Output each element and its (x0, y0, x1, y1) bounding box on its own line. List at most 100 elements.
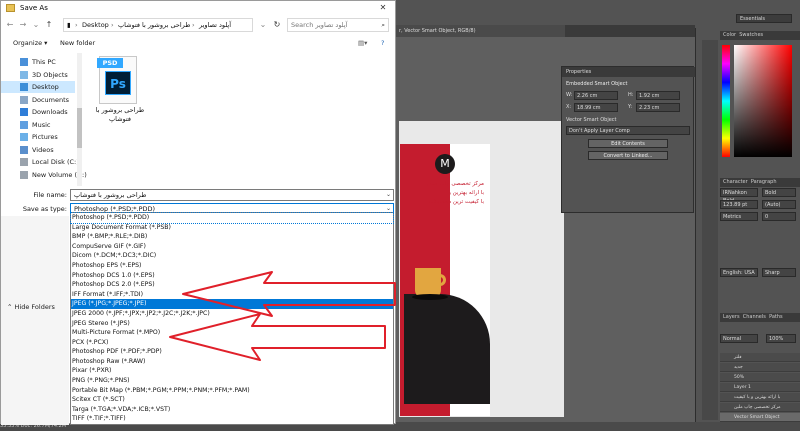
blend-mode-select[interactable]: Normal (720, 334, 758, 343)
nav-item-this-pc[interactable]: This PC (1, 56, 75, 68)
folder-icon: ▮ (67, 21, 71, 29)
tab-paths[interactable]: Paths (769, 314, 783, 320)
new-folder-button[interactable]: New folder (60, 35, 95, 52)
layer-comp-select[interactable]: Don't Apply Layer Comp (566, 126, 690, 135)
dropdown-icon[interactable]: ⌄ (257, 19, 269, 31)
kerning-field[interactable]: Metrics (720, 212, 758, 221)
chevron-down-icon[interactable]: ⌄ (386, 190, 391, 200)
nav-item-downloads[interactable]: Downloads (1, 106, 75, 118)
vector-label: Vector Smart Object (566, 117, 617, 123)
x-field[interactable]: 18.99 cm (574, 103, 618, 112)
view-options-icon[interactable]: ▤▾ (358, 35, 367, 52)
edit-contents-button[interactable]: Edit Contents (588, 139, 668, 148)
breadcrumb-desktop[interactable]: Desktop (82, 19, 109, 31)
leading-field[interactable]: (Auto) (762, 200, 796, 209)
tab-character[interactable]: Character (723, 179, 748, 185)
layer-row[interactable]: مرکز تخصصی چاپ ملین (720, 403, 800, 412)
convert-linked-button[interactable]: Convert to Linked... (588, 151, 668, 160)
nav-item-videos[interactable]: Videos (1, 144, 75, 156)
file-type-option[interactable]: Scitex CT (*.SCT) (71, 395, 393, 405)
nav-item-3d-objects[interactable]: 3D Objects (1, 69, 75, 81)
scroll-thumb[interactable] (77, 108, 82, 148)
forward-icon[interactable]: → (17, 19, 29, 31)
y-label: Y: (628, 104, 633, 110)
layer-row[interactable]: Layer 1 (720, 383, 800, 392)
save-as-dialog: Save As ✕ ← → ⌄ ↑ ▮ › Desktop › طراحی بر… (0, 0, 396, 425)
file-type-option[interactable]: Targa (*.TGA;*.VDA;*.ICB;*.VST) (71, 405, 393, 415)
file-type-option[interactable]: BMP (*.BMP;*.RLE;*.DIB) (71, 232, 393, 242)
file-type-option[interactable]: Photoshop DCS 1.0 (*.EPS) (71, 271, 393, 281)
nav-item-documents[interactable]: Documents (1, 94, 75, 106)
help-icon[interactable]: ? (381, 35, 384, 52)
file-name-input[interactable]: طراحی بروشور با فتوشاپ ⌄ (70, 189, 394, 201)
layer-row[interactable]: فلتر (720, 353, 800, 362)
search-input[interactable]: Search آپلود تصاویر ⌕ (287, 18, 389, 32)
font-family-select[interactable]: IRNahkon Bold (720, 188, 758, 204)
tab-paragraph[interactable]: Paragraph (751, 179, 777, 185)
opacity-field[interactable]: 100% (766, 334, 796, 343)
width-field[interactable]: 2.26 cm (574, 91, 618, 100)
file-type-option[interactable]: Photoshop DCS 2.0 (*.EPS) (71, 280, 393, 290)
file-type-option[interactable]: TIFF (*.TIF;*.TIFF) (71, 414, 393, 424)
language-select[interactable]: English: USA (720, 268, 758, 277)
tab-layers[interactable]: Layers (723, 314, 740, 320)
file-type-option[interactable]: PCX (*.PCX) (71, 338, 393, 348)
layer-row[interactable]: 50% (720, 373, 800, 382)
refresh-icon[interactable]: ↻ (271, 19, 283, 31)
file-type-option[interactable]: PNG (*.PNG;*.PNS) (71, 376, 393, 386)
address-bar[interactable]: ▮ › Desktop › طراحی بروشور با فتوشاپ › آ… (63, 18, 253, 32)
height-field[interactable]: 1.92 cm (636, 91, 680, 100)
color-field[interactable] (734, 45, 792, 157)
y-field[interactable]: 2.23 cm (636, 103, 680, 112)
workspace-switcher[interactable]: Essentials (736, 14, 792, 23)
breadcrumb-folder[interactable]: طراحی بروشور با فتوشاپ (118, 19, 190, 31)
antialias-select[interactable]: Sharp (762, 268, 796, 277)
dialog-titlebar[interactable]: Save As ✕ (1, 1, 395, 15)
file-type-option[interactable]: CompuServe GIF (*.GIF) (71, 242, 393, 252)
nav-item-pictures[interactable]: Pictures (1, 131, 75, 143)
tracking-field[interactable]: 0 (762, 212, 796, 221)
tab-swatches[interactable]: Swatches (739, 32, 763, 38)
file-type-option[interactable]: JPEG Stereo (*.JPS) (71, 319, 393, 329)
file-type-option[interactable]: Multi-Picture Format (*.MPO) (71, 328, 393, 338)
organize-button[interactable]: Organize ▾ (13, 35, 47, 52)
font-style-select[interactable]: Bold (762, 188, 796, 197)
back-icon[interactable]: ← (4, 19, 16, 31)
file-type-option[interactable]: Portable Bit Map (*.PBM;*.PGM;*.PPM;*.PN… (71, 386, 393, 396)
layers-panel-tabs[interactable]: Layers Channels Paths (720, 313, 800, 322)
nav-item-music[interactable]: Music (1, 119, 75, 131)
file-type-option[interactable]: Photoshop (*.PSD;*.PDD) (70, 212, 394, 224)
file-type-option[interactable]: JPEG 2000 (*.JPF;*.JPX;*.JP2;*.J2C;*.J2K… (71, 309, 393, 319)
font-size-field[interactable]: 123.89 pt (720, 200, 758, 209)
file-type-option[interactable]: Photoshop PDF (*.PDF;*.PDP) (71, 347, 393, 357)
hide-folders-button[interactable]: ⌃ Hide Folders (7, 301, 55, 313)
up-icon[interactable]: ↑ (43, 19, 55, 31)
document-tab[interactable]: r, Vector Smart Object, RGB/8) (395, 25, 565, 37)
layer-row[interactable]: با ارائه بهترین و با کیفیت (720, 393, 800, 402)
psd-tag: PSD (97, 58, 123, 68)
close-icon[interactable]: ✕ (373, 1, 393, 15)
file-type-option[interactable]: JPEG (*.JPG;*.JPEG;*.JPE) (71, 299, 393, 309)
properties-tab[interactable]: Properties (562, 67, 695, 77)
tab-channels[interactable]: Channels (743, 314, 766, 320)
color-panel-tabs[interactable]: Color Swatches (720, 31, 800, 40)
chevron-down-icon[interactable]: ⌄ (30, 19, 42, 31)
file-type-option[interactable]: Pixar (*.PXR) (71, 366, 393, 376)
tab-color[interactable]: Color (723, 32, 736, 38)
file-type-option[interactable]: Photoshop EPS (*.EPS) (71, 261, 393, 271)
hue-slider[interactable] (722, 45, 730, 157)
layer-row[interactable]: جدید (720, 363, 800, 372)
search-placeholder: Search آپلود تصاویر (291, 21, 348, 29)
layer-row[interactable]: Vector Smart Object (720, 413, 800, 422)
file-type-option[interactable]: Dicom (*.DCM;*.DC3;*.DIC) (71, 251, 393, 261)
nav-item-local-disk[interactable]: Local Disk (C:) (1, 156, 79, 168)
file-type-option[interactable]: Photoshop Raw (*.RAW) (71, 357, 393, 367)
nav-item-new-volume[interactable]: New Volume (D:) (1, 169, 87, 181)
character-panel-tabs[interactable]: Character Paragraph (720, 178, 800, 187)
file-type-option[interactable]: IFF Format (*.IFF;*.TDI) (71, 290, 393, 300)
file-type-option[interactable]: Large Document Format (*.PSB) (71, 223, 393, 233)
file-item[interactable]: PSD Ps طراحی بروشور با فتوشاپ (89, 56, 151, 132)
breadcrumb-subfolder[interactable]: آپلود تصاویر (199, 19, 231, 31)
nav-item-desktop[interactable]: Desktop (1, 81, 75, 93)
nav-scrollbar[interactable] (77, 53, 82, 186)
